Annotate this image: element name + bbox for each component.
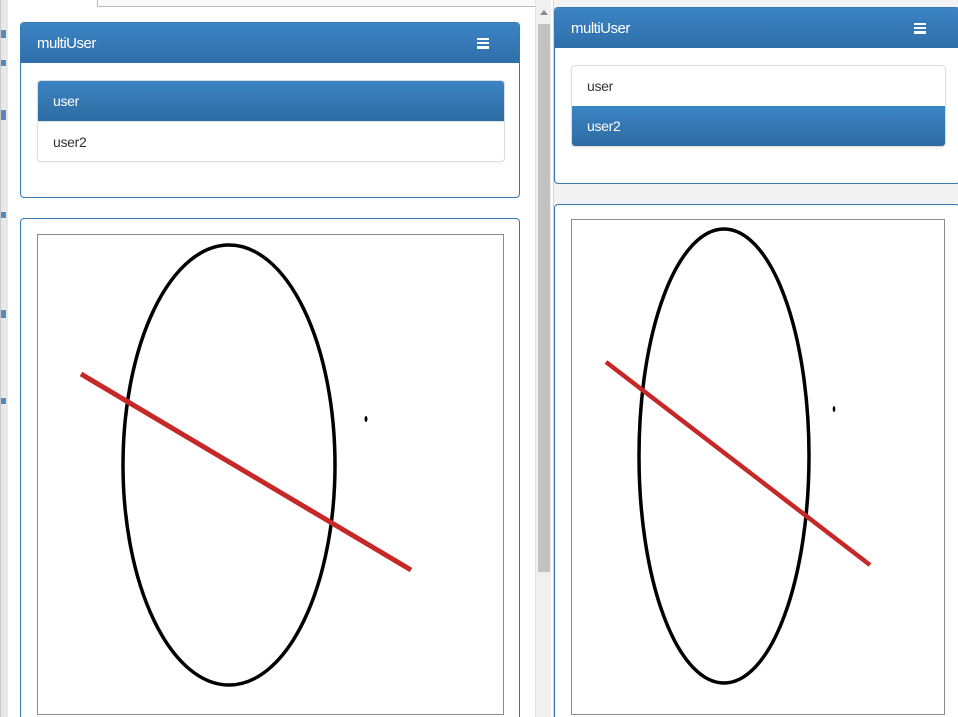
user-list-item-user[interactable]: user — [572, 66, 945, 106]
drawn-dot — [832, 406, 836, 412]
user-panel: multiUser user user2 — [554, 7, 958, 184]
user-panel: multiUser user user2 — [20, 22, 520, 198]
panel-header: multiUser — [21, 23, 519, 63]
drawn-dot — [364, 416, 368, 422]
right-browser-window: multiUser user user2 — [553, 0, 958, 717]
user-list-item-user2[interactable]: user2 — [572, 106, 945, 146]
drawing-svg — [79, 243, 413, 687]
panel-header: multiUser — [555, 8, 958, 48]
hamburger-menu-icon[interactable] — [914, 22, 926, 34]
address-bar-edge — [97, 0, 549, 7]
scroll-up-arrow-icon[interactable] — [540, 10, 548, 15]
user-list: user user2 — [571, 65, 946, 147]
user-list-item-user2[interactable]: user2 — [38, 121, 504, 161]
background-window-edge — [1, 0, 8, 717]
app-title: multiUser — [571, 19, 630, 37]
vertical-scrollbar[interactable] — [535, 0, 551, 717]
drawing-canvas[interactable] — [571, 219, 945, 715]
user-list: user user2 — [37, 80, 505, 162]
scrollbar-thumb[interactable] — [538, 24, 550, 572]
app-title: multiUser — [37, 34, 96, 52]
hamburger-menu-icon[interactable] — [477, 37, 489, 49]
drawing-panel — [554, 204, 958, 717]
drawn-ellipse — [121, 243, 337, 687]
drawing-svg — [604, 227, 872, 685]
drawing-canvas[interactable] — [37, 234, 504, 715]
left-browser-window: multiUser user user2 — [0, 0, 551, 717]
drawing-panel — [20, 218, 520, 717]
drawn-ellipse — [637, 227, 811, 685]
user-list-item-user[interactable]: user — [38, 81, 504, 121]
